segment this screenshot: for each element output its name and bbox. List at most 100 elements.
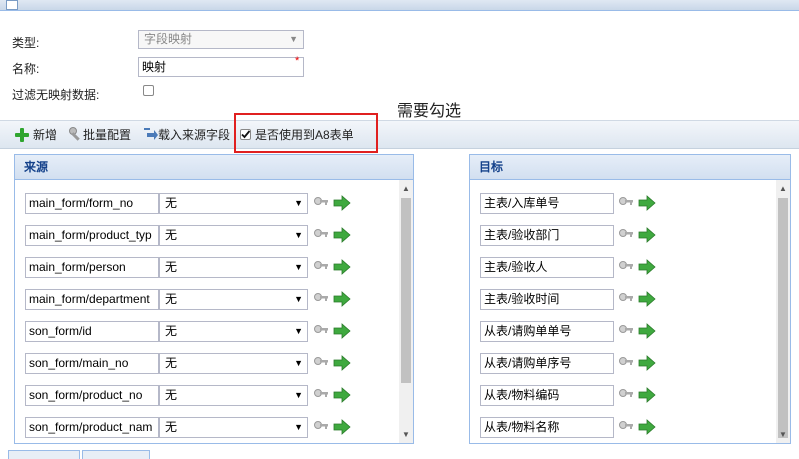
- target-field[interactable]: 从表/请购单序号: [480, 353, 614, 374]
- chevron-down-icon: ▼: [294, 294, 303, 304]
- target-field[interactable]: 主表/验收时间: [480, 289, 614, 310]
- mapping-select-value: 无: [165, 324, 178, 338]
- target-scrollbar[interactable]: ▲ ▼: [776, 180, 790, 443]
- key-icon[interactable]: [313, 419, 329, 435]
- chevron-down-icon: ▼: [294, 198, 303, 208]
- name-input[interactable]: 映射: [138, 57, 304, 77]
- required-mark: *: [295, 55, 300, 67]
- chevron-down-icon: ▼: [294, 326, 303, 336]
- green-arrow-icon[interactable]: [333, 419, 351, 435]
- mapping-select[interactable]: 无 ▼: [159, 353, 308, 374]
- source-field[interactable]: main_form/person: [25, 257, 159, 278]
- type-select[interactable]: 字段映射 ▼: [138, 30, 304, 49]
- target-field[interactable]: 主表/验收部门: [480, 225, 614, 246]
- mapping-select[interactable]: 无 ▼: [159, 289, 308, 310]
- target-field[interactable]: 从表/物料名称: [480, 417, 614, 438]
- key-icon[interactable]: [313, 195, 329, 211]
- key-icon[interactable]: [313, 387, 329, 403]
- annotation-text: 需要勾选: [397, 103, 462, 120]
- mapping-select[interactable]: 无 ▼: [159, 321, 308, 342]
- mapping-select[interactable]: 无 ▼: [159, 257, 308, 278]
- green-arrow-icon[interactable]: [638, 195, 656, 211]
- chevron-down-icon: ▼: [294, 422, 303, 432]
- mapping-select-value: 无: [165, 228, 178, 242]
- type-label: 类型:: [12, 36, 40, 50]
- key-icon[interactable]: [313, 227, 329, 243]
- chevron-down-icon: ▼: [289, 34, 298, 44]
- mapping-select-value: 无: [165, 292, 178, 306]
- toolbar: 新增 批量配置 载入来源字段 是否使用到A8表单: [0, 120, 799, 149]
- target-panel-title: 目标: [470, 155, 790, 180]
- chevron-down-icon: ▼: [294, 390, 303, 400]
- name-label: 名称:: [12, 62, 40, 76]
- source-field[interactable]: main_form/form_no: [25, 193, 159, 214]
- scroll-down-icon[interactable]: ▼: [399, 429, 413, 441]
- filter-checkbox[interactable]: [143, 85, 154, 96]
- key-icon[interactable]: [313, 355, 329, 371]
- green-arrow-icon[interactable]: [333, 195, 351, 211]
- target-panel: 目标 ▲ ▼ 主表/入库单号 主表/验收部门 主表/验收人 主表/验收时间 从表/请购单…: [469, 154, 791, 444]
- green-arrow-icon[interactable]: [333, 259, 351, 275]
- load-source-fields-label: 载入来源字段: [158, 128, 231, 142]
- source-field[interactable]: son_form/product_nam: [25, 417, 159, 438]
- green-arrow-icon[interactable]: [333, 355, 351, 371]
- green-arrow-icon[interactable]: [638, 291, 656, 307]
- key-icon[interactable]: [313, 323, 329, 339]
- source-field[interactable]: son_form/main_no: [25, 353, 159, 374]
- mapping-select[interactable]: 无 ▼: [159, 193, 308, 214]
- key-icon[interactable]: [618, 291, 634, 307]
- scroll-up-icon[interactable]: ▲: [399, 183, 413, 195]
- key-icon[interactable]: [618, 227, 634, 243]
- green-arrow-icon[interactable]: [638, 259, 656, 275]
- plus-icon: [15, 128, 29, 142]
- source-field[interactable]: son_form/id: [25, 321, 159, 342]
- mapping-select[interactable]: 无 ▼: [159, 385, 308, 406]
- green-arrow-icon[interactable]: [638, 355, 656, 371]
- scroll-up-icon[interactable]: ▲: [776, 183, 790, 195]
- source-field[interactable]: main_form/product_typ: [25, 225, 159, 246]
- source-field[interactable]: main_form/department: [25, 289, 159, 310]
- mapping-select-value: 无: [165, 196, 178, 210]
- green-arrow-icon[interactable]: [638, 323, 656, 339]
- key-icon[interactable]: [618, 259, 634, 275]
- filter-label: 过滤无映射数据:: [12, 88, 100, 102]
- green-arrow-icon[interactable]: [333, 323, 351, 339]
- key-icon[interactable]: [618, 323, 634, 339]
- mapping-select-value: 无: [165, 260, 178, 274]
- target-field[interactable]: 从表/请购单单号: [480, 321, 614, 342]
- window-titlebar: [0, 0, 799, 11]
- chevron-down-icon: ▼: [294, 358, 303, 368]
- green-arrow-icon[interactable]: [638, 227, 656, 243]
- target-field[interactable]: 主表/验收人: [480, 257, 614, 278]
- type-select-value: 字段映射: [144, 32, 193, 46]
- load-arrow-icon: [144, 128, 158, 140]
- target-scroll-thumb[interactable]: [778, 198, 788, 438]
- key-icon[interactable]: [618, 387, 634, 403]
- mapping-select[interactable]: 无 ▼: [159, 417, 308, 438]
- key-icon[interactable]: [618, 355, 634, 371]
- target-field[interactable]: 从表/物料编码: [480, 385, 614, 406]
- source-panel-title: 来源: [15, 155, 413, 180]
- key-icon[interactable]: [618, 419, 634, 435]
- source-scroll-thumb[interactable]: [401, 198, 411, 383]
- green-arrow-icon[interactable]: [638, 387, 656, 403]
- key-icon[interactable]: [313, 291, 329, 307]
- target-field[interactable]: 主表/入库单号: [480, 193, 614, 214]
- key-icon[interactable]: [618, 195, 634, 211]
- chevron-down-icon: ▼: [294, 262, 303, 272]
- scroll-down-icon[interactable]: ▼: [776, 429, 790, 441]
- source-field[interactable]: son_form/product_no: [25, 385, 159, 406]
- highlight-annotation-box: [234, 113, 378, 153]
- green-arrow-icon[interactable]: [333, 291, 351, 307]
- green-arrow-icon[interactable]: [333, 387, 351, 403]
- green-arrow-icon[interactable]: [333, 227, 351, 243]
- window-icon: [6, 0, 18, 10]
- key-icon[interactable]: [313, 259, 329, 275]
- mapping-select[interactable]: 无 ▼: [159, 225, 308, 246]
- source-panel: 来源 ▲ ▼ main_form/form_no 无 ▼ main_form/prod…: [14, 154, 414, 444]
- wrench-icon: [69, 127, 80, 141]
- mapping-select-value: 无: [165, 420, 178, 434]
- mapping-select-value: 无: [165, 356, 178, 370]
- source-scrollbar[interactable]: ▲ ▼: [399, 180, 413, 443]
- green-arrow-icon[interactable]: [638, 419, 656, 435]
